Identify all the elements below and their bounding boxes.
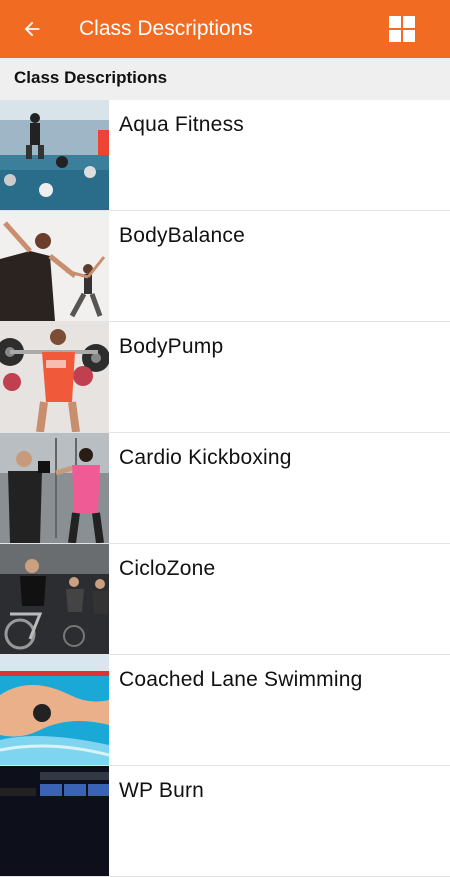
- class-name: BodyBalance: [119, 224, 245, 247]
- class-thumbnail: [0, 655, 109, 765]
- app-bar: Class Descriptions: [0, 0, 450, 58]
- arrow-back-icon: [24, 21, 40, 37]
- class-name: BodyPump: [119, 335, 224, 358]
- class-thumbnail: [0, 322, 109, 432]
- back-button[interactable]: [18, 15, 46, 43]
- class-thumbnail: [0, 100, 109, 210]
- class-name: Cardio Kickboxing: [119, 446, 292, 469]
- class-list: Aqua Fitness BodyBalance BodyPump Cardio…: [0, 100, 450, 877]
- class-item-coached-lane-swimming[interactable]: Coached Lane Swimming: [0, 655, 450, 766]
- class-item-wp-burn[interactable]: WP Burn: [0, 766, 450, 877]
- class-thumbnail: [0, 211, 109, 321]
- class-name: Coached Lane Swimming: [119, 668, 363, 691]
- section-header: Class Descriptions: [0, 58, 450, 100]
- class-thumbnail: [0, 766, 109, 876]
- class-thumbnail: [0, 544, 109, 654]
- class-name: WP Burn: [119, 779, 205, 802]
- class-name: Aqua Fitness: [119, 113, 244, 136]
- class-item-cardio-kickboxing[interactable]: Cardio Kickboxing: [0, 433, 450, 544]
- grid-view-icon: [389, 16, 415, 42]
- class-thumbnail: [0, 433, 109, 543]
- grid-view-button[interactable]: [389, 16, 415, 42]
- class-item-bodypump[interactable]: BodyPump: [0, 322, 450, 433]
- class-item-ciclozone[interactable]: CicloZone: [0, 544, 450, 655]
- section-header-label: Class Descriptions: [14, 68, 168, 87]
- class-item-bodybalance[interactable]: BodyBalance: [0, 211, 450, 322]
- class-name: CicloZone: [119, 557, 216, 580]
- page-title: Class Descriptions: [79, 17, 253, 40]
- class-item-aqua-fitness[interactable]: Aqua Fitness: [0, 100, 450, 211]
